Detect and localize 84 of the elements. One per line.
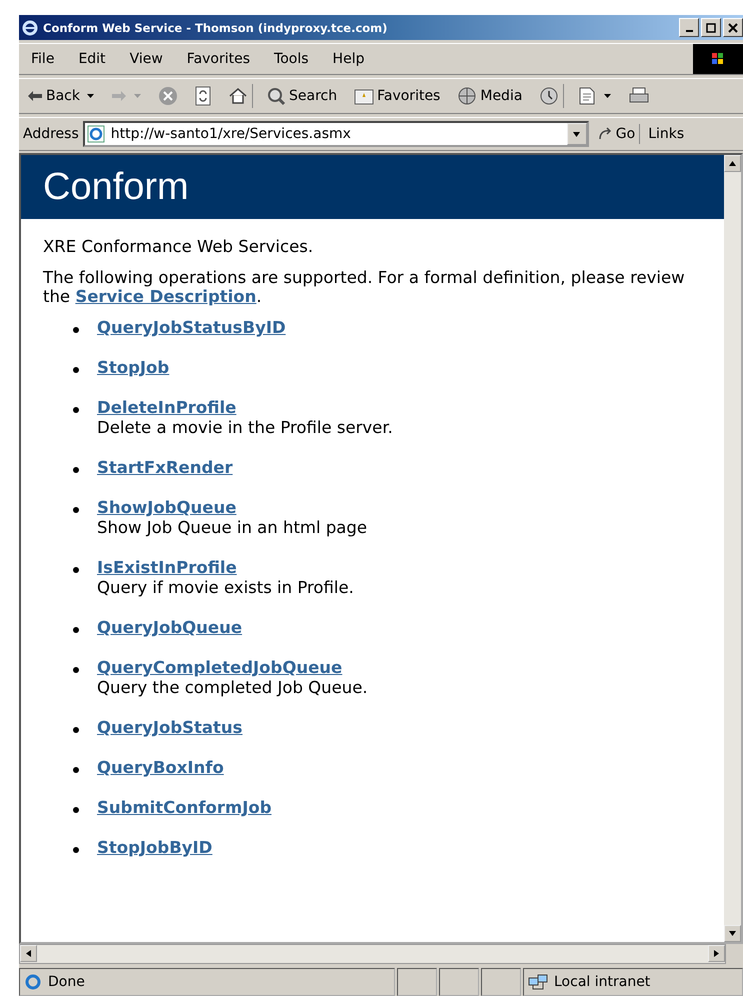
stop-icon <box>158 86 178 106</box>
clock-icon <box>539 86 560 106</box>
bullet-icon <box>73 627 79 633</box>
bullet-icon <box>73 727 79 733</box>
media-button[interactable]: Media <box>453 84 526 108</box>
links-button[interactable]: Links <box>644 126 684 142</box>
vertical-scrollbar[interactable] <box>724 155 741 942</box>
bullet-icon <box>73 807 79 813</box>
close-icon <box>728 22 738 32</box>
operation-link[interactable]: QueryJobQueue <box>97 618 242 637</box>
bullet-icon <box>73 407 79 413</box>
operation-link[interactable]: StartFxRender <box>97 458 233 477</box>
operation-link[interactable]: SubmitConformJob <box>97 798 272 817</box>
window-title: Conform Web Service - Thomson (indyproxy.tce.com) <box>43 20 388 34</box>
search-button[interactable]: Search <box>262 84 342 108</box>
address-field[interactable]: http://w-santo1/xre/Services.asmx <box>82 121 589 147</box>
go-arrow-icon <box>596 126 613 142</box>
back-arrow-icon <box>27 90 43 102</box>
dropdown-button[interactable] <box>566 123 587 145</box>
menu-item[interactable]: Edit <box>66 51 118 67</box>
page-heading: Conform <box>43 166 189 208</box>
operation-link[interactable]: QueryJobStatusByID <box>97 318 286 337</box>
operation-link[interactable]: StopJob <box>97 358 170 377</box>
bullet-icon <box>73 847 79 853</box>
network-icon <box>528 973 548 991</box>
browser-icon <box>22 20 38 36</box>
maximize-button[interactable] <box>701 18 721 37</box>
bullet-icon <box>73 767 79 773</box>
bullet-icon <box>73 367 79 373</box>
minimize-icon <box>686 30 692 32</box>
operation-link[interactable]: ShowJobQueue <box>97 498 236 517</box>
menu-item[interactable]: View <box>118 51 175 67</box>
menu-item[interactable]: Help <box>320 51 376 67</box>
address-label: Address <box>23 126 79 142</box>
zone-text: Local intranet <box>554 974 650 990</box>
windows-logo <box>693 44 743 74</box>
close-button[interactable] <box>723 18 743 37</box>
globe-icon <box>457 86 478 106</box>
page-icon <box>24 973 42 991</box>
go-button[interactable]: Go <box>592 124 640 144</box>
home-icon <box>228 86 248 106</box>
bullet-icon <box>73 467 79 473</box>
document-icon <box>577 86 598 106</box>
maximize-icon <box>706 22 716 32</box>
caret-icon <box>604 94 612 98</box>
horizontal-scrollbar[interactable] <box>19 944 726 964</box>
operation-link[interactable]: QueryJobStatus <box>97 718 243 737</box>
right-arrow-icon <box>713 950 720 957</box>
search-icon <box>266 86 286 106</box>
caret-icon <box>87 94 94 98</box>
operation-link[interactable]: DeleteInProfile <box>97 398 236 417</box>
intro-text: XRE Conformance Web Services. <box>43 237 314 256</box>
bullet-icon <box>73 567 79 573</box>
service-description-link[interactable]: Service Description <box>75 287 256 306</box>
operation-link[interactable]: StopJobByID <box>97 838 212 857</box>
bullet-icon <box>73 507 79 513</box>
minimize-button[interactable] <box>679 18 699 37</box>
bullet-icon <box>73 667 79 673</box>
back-button[interactable]: Back <box>23 86 98 106</box>
caret-icon <box>134 94 141 98</box>
up-arrow-icon <box>729 160 736 167</box>
forward-arrow-icon <box>111 90 127 102</box>
menu-item[interactable]: File <box>19 51 66 67</box>
operation-description: Show Job Queue in an html page <box>97 518 368 537</box>
menu-item[interactable]: Tools <box>262 51 321 67</box>
status-pane <box>481 968 521 996</box>
status-pane <box>397 968 437 996</box>
page-icon <box>86 125 105 143</box>
description-text: The following operations are supported. For a formal definition, please review the Service Description. <box>43 268 686 306</box>
refresh-icon <box>195 86 211 106</box>
favorites-button[interactable]: Favorites <box>350 85 444 107</box>
bullet-icon <box>73 327 79 333</box>
operation-description: Delete a movie in the Profile server. <box>97 418 393 437</box>
status-pane <box>439 968 479 996</box>
down-arrow-icon <box>573 130 580 138</box>
operation-link[interactable]: QueryCompletedJobQueue <box>97 658 342 677</box>
operation-description: Query the completed Job Queue. <box>97 678 368 697</box>
down-arrow-icon <box>729 930 736 937</box>
operation-link[interactable]: QueryBoxInfo <box>97 758 224 777</box>
menu-item[interactable]: Favorites <box>174 51 262 67</box>
operation-link[interactable]: IsExistInProfile <box>97 558 237 577</box>
operation-description: Query if movie exists in Profile. <box>97 578 354 597</box>
left-arrow-icon <box>25 950 32 957</box>
status-text: Done <box>48 974 85 990</box>
